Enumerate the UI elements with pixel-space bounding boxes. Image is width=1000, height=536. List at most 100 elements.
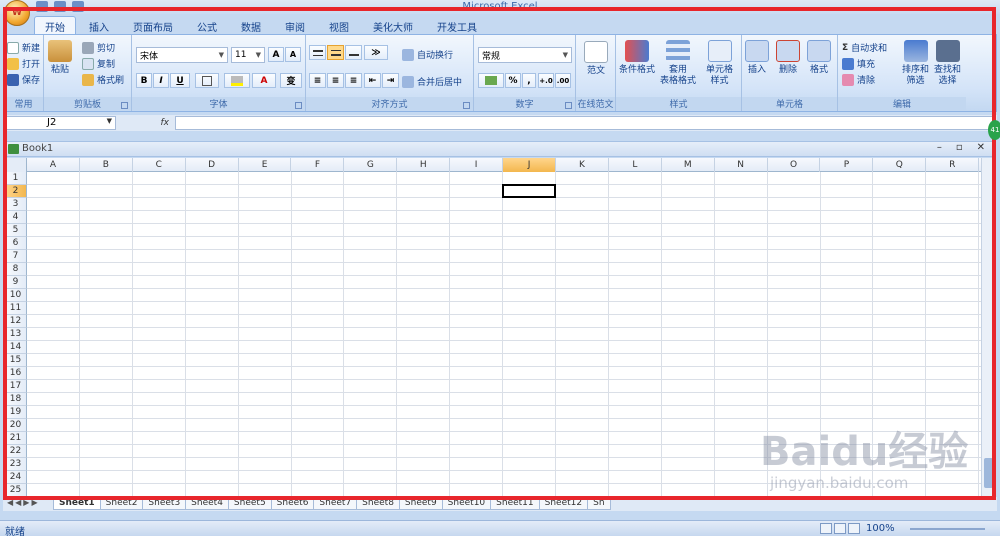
- autosum-button[interactable]: Σ 自动求和: [842, 41, 887, 55]
- row-header[interactable]: 21: [5, 432, 27, 445]
- ribbon-tab[interactable]: 公式: [186, 16, 228, 34]
- percent-button[interactable]: %: [505, 73, 521, 88]
- close-icon[interactable]: ✕: [977, 142, 985, 153]
- row-header[interactable]: 22: [5, 445, 27, 458]
- ribbon-tab[interactable]: 视图: [318, 16, 360, 34]
- row-header[interactable]: 6: [5, 237, 27, 250]
- row-header[interactable]: 10: [5, 289, 27, 302]
- open-button[interactable]: 打开: [7, 57, 40, 70]
- cell-styles-button[interactable]: 单元格 样式: [706, 40, 733, 87]
- select-all-corner[interactable]: [5, 158, 27, 172]
- column-header[interactable]: E: [239, 158, 292, 172]
- find-select-button[interactable]: 查找和 选择: [934, 40, 961, 87]
- fanwen-button[interactable]: 范文: [584, 41, 608, 77]
- format-painter-button[interactable]: 格式刷: [82, 73, 124, 86]
- fill-color-button[interactable]: [224, 73, 250, 88]
- insert-function-button[interactable]: fx: [121, 116, 173, 130]
- sheet-tab[interactable]: Sheet5: [227, 497, 272, 510]
- row-header[interactable]: 15: [5, 354, 27, 367]
- row-header[interactable]: 12: [5, 315, 27, 328]
- ribbon-tab[interactable]: 插入: [78, 16, 120, 34]
- align-middle-button[interactable]: [327, 45, 344, 60]
- row-header[interactable]: 9: [5, 276, 27, 289]
- row-header[interactable]: 4: [5, 211, 27, 224]
- align-bottom-button[interactable]: [345, 45, 362, 60]
- column-header[interactable]: G: [344, 158, 398, 172]
- column-header[interactable]: N: [715, 158, 768, 172]
- dialog-launcher[interactable]: [121, 102, 128, 109]
- decrease-decimal-button[interactable]: .00: [555, 73, 571, 88]
- border-button[interactable]: [195, 73, 219, 88]
- column-header[interactable]: F: [292, 158, 345, 172]
- orientation-button[interactable]: ≫: [364, 45, 388, 60]
- decrease-indent-button[interactable]: ⇤: [364, 73, 381, 88]
- row-header[interactable]: 11: [5, 302, 27, 315]
- ribbon-tab[interactable]: 数据: [230, 16, 272, 34]
- row-header[interactable]: 1: [5, 172, 27, 185]
- dialog-launcher[interactable]: [295, 102, 302, 109]
- number-format-select[interactable]: 常规 ▼: [478, 47, 572, 63]
- sheet-tab[interactable]: Sheet12: [538, 497, 589, 510]
- clear-button[interactable]: 清除: [842, 73, 875, 86]
- ribbon-tab[interactable]: 页面布局: [122, 16, 184, 34]
- row-header[interactable]: 3: [5, 198, 27, 211]
- chevron-down-icon[interactable]: ▼: [107, 117, 112, 125]
- zoom-slider[interactable]: [910, 528, 985, 530]
- align-center-button[interactable]: ≡: [327, 73, 344, 88]
- column-header[interactable]: A: [27, 158, 80, 172]
- italic-button[interactable]: I: [153, 73, 169, 88]
- sheet-tab[interactable]: Sheet8: [356, 497, 400, 510]
- page-break-view-icon[interactable]: [848, 523, 860, 534]
- column-header[interactable]: O: [768, 158, 821, 172]
- increase-indent-button[interactable]: ⇥: [382, 73, 399, 88]
- shrink-font-button[interactable]: A: [285, 47, 301, 62]
- formula-input[interactable]: [175, 116, 994, 130]
- row-header[interactable]: 14: [5, 341, 27, 354]
- dialog-launcher[interactable]: [565, 102, 572, 109]
- column-header[interactable]: B: [80, 158, 133, 172]
- sheet-tab[interactable]: Sheet7: [313, 497, 358, 510]
- column-header[interactable]: Q: [873, 158, 927, 172]
- increase-decimal-button[interactable]: +.0: [538, 73, 554, 88]
- office-button[interactable]: W: [4, 0, 30, 26]
- ribbon-tab[interactable]: 开始: [34, 16, 76, 34]
- ribbon-tab[interactable]: 美化大师: [362, 16, 424, 34]
- column-header[interactable]: J: [503, 158, 556, 172]
- sheet-tab[interactable]: Sheet9: [398, 497, 443, 510]
- active-cell[interactable]: [502, 184, 556, 198]
- minimize-icon[interactable]: –: [937, 142, 942, 153]
- normal-view-icon[interactable]: [820, 523, 832, 534]
- row-header[interactable]: 23: [5, 458, 27, 471]
- column-header[interactable]: D: [186, 158, 239, 172]
- delete-cells-button[interactable]: 删除: [776, 40, 800, 76]
- sheet-tab[interactable]: Sh: [587, 497, 611, 510]
- sheet-tab[interactable]: Sheet3: [142, 497, 187, 510]
- align-top-button[interactable]: [309, 45, 326, 60]
- row-header[interactable]: 5: [5, 224, 27, 237]
- page-layout-view-icon[interactable]: [834, 523, 846, 534]
- wrap-text-button[interactable]: 自动换行: [402, 48, 453, 61]
- row-header[interactable]: 16: [5, 367, 27, 380]
- row-header[interactable]: 17: [5, 380, 27, 393]
- column-header[interactable]: P: [821, 158, 874, 172]
- name-box[interactable]: J2 ▼: [6, 116, 116, 130]
- vertical-scrollbar[interactable]: [981, 158, 994, 496]
- insert-cells-button[interactable]: 插入: [745, 40, 769, 76]
- row-header[interactable]: 18: [5, 393, 27, 406]
- sheet-tab[interactable]: Sheet2: [99, 497, 144, 510]
- sheet-tab[interactable]: Sheet1: [53, 497, 101, 510]
- merge-center-button[interactable]: 合并后居中: [402, 75, 462, 88]
- column-header[interactable]: H: [397, 158, 451, 172]
- fill-button[interactable]: 填充: [842, 57, 875, 70]
- grow-font-button[interactable]: A: [268, 47, 284, 62]
- align-right-button[interactable]: ≡: [345, 73, 362, 88]
- row-header[interactable]: 24: [5, 471, 27, 484]
- sheet-nav-arrows-icon[interactable]: ◀◀▶▶: [7, 498, 40, 507]
- row-header[interactable]: 25: [5, 484, 27, 496]
- restore-icon[interactable]: ▫: [956, 142, 963, 153]
- column-header[interactable]: M: [662, 158, 715, 172]
- sheet-tab[interactable]: Sheet4: [185, 497, 229, 510]
- ribbon-tab[interactable]: 审阅: [274, 16, 316, 34]
- sheet-tab[interactable]: Sheet11: [490, 497, 540, 510]
- row-header[interactable]: 13: [5, 328, 27, 341]
